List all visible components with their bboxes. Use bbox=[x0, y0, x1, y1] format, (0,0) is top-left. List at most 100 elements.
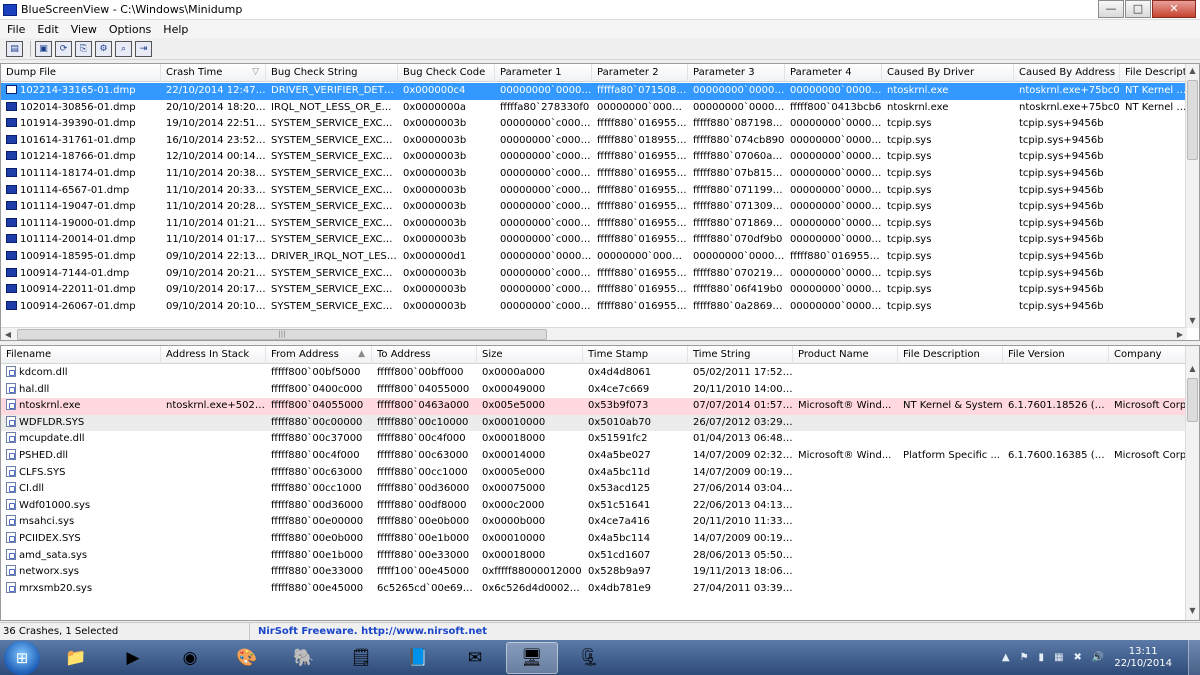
taskbar-paint-icon[interactable]: 🎨 bbox=[221, 642, 273, 674]
table-row[interactable]: msahci.sys fffff880`00e00000 fffff880`00e0… bbox=[1, 514, 1187, 531]
menu-options[interactable]: Options bbox=[104, 23, 158, 36]
taskbar-archiver-icon[interactable]: 🗜 bbox=[563, 642, 615, 674]
scroll-thumb[interactable] bbox=[1187, 378, 1198, 422]
table-row[interactable]: amd_sata.sys fffff880`00e1b000 fffff880`00… bbox=[1, 548, 1187, 565]
tray-icon[interactable]: ▲ bbox=[1002, 652, 1010, 663]
taskbar-sticky-notes-icon[interactable]: 🗒 bbox=[335, 642, 387, 674]
table-row[interactable]: CI.dll fffff880`00cc1000 fffff880`00d36000… bbox=[1, 481, 1187, 498]
close-button[interactable]: ✕ bbox=[1152, 0, 1196, 18]
dump-list[interactable]: Dump File Crash Time ▽ Bug Check String Bug … bbox=[0, 63, 1200, 341]
column-header[interactable]: Crash Time ▽ bbox=[161, 64, 266, 82]
menu-view[interactable]: View bbox=[66, 23, 104, 36]
dump-list-vscroll[interactable]: ▲ ▼ bbox=[1185, 64, 1199, 328]
scroll-up-icon[interactable]: ▲ bbox=[1186, 64, 1199, 78]
minimize-button[interactable]: — bbox=[1098, 0, 1124, 18]
start-button[interactable]: ⊞ bbox=[4, 640, 40, 675]
column-header[interactable]: Time Stamp bbox=[583, 346, 688, 364]
table-row[interactable]: mrxsmb20.sys fffff880`00e45000 6c5265cd`00… bbox=[1, 581, 1187, 598]
table-row[interactable]: 102014-30856-01.dmp 20/10/2014 18:20:17 IR… bbox=[1, 100, 1187, 117]
table-row[interactable]: 101614-31761-01.dmp 16/10/2014 23:52:54 SY… bbox=[1, 133, 1187, 150]
table-row[interactable]: 101114-6567-01.dmp 11/10/2014 20:33:57 SYS… bbox=[1, 183, 1187, 200]
taskbar-chrome-icon[interactable]: ◉ bbox=[164, 642, 216, 674]
copy-icon[interactable]: ⎘ bbox=[75, 40, 92, 57]
table-row[interactable]: kdcom.dll fffff800`00bf5000 fffff800`00bff… bbox=[1, 365, 1187, 382]
column-header[interactable]: Filename bbox=[1, 346, 161, 364]
maximize-button[interactable]: □ bbox=[1125, 0, 1151, 18]
column-header[interactable]: Address In Stack bbox=[161, 346, 266, 364]
table-row[interactable]: Wdf01000.sys fffff880`00d36000 fffff880`00… bbox=[1, 498, 1187, 515]
table-row[interactable]: 101114-20014-01.dmp 11/10/2014 01:17:50 SY… bbox=[1, 232, 1187, 249]
column-header[interactable]: Parameter 3 bbox=[688, 64, 785, 82]
column-header[interactable]: Dump File bbox=[1, 64, 161, 82]
scroll-down-icon[interactable]: ▼ bbox=[1186, 604, 1199, 618]
nirsoft-link[interactable]: NirSoft Freeware. http://www.nirsoft.net bbox=[250, 626, 487, 637]
save-icon[interactable]: ▣ bbox=[35, 40, 52, 57]
tray-icon[interactable]: ⚑ bbox=[1020, 652, 1029, 663]
table-row[interactable]: 101114-18174-01.dmp 11/10/2014 20:38:36 SY… bbox=[1, 166, 1187, 183]
taskbar-bluescreenview-icon[interactable]: 🖥 bbox=[506, 641, 558, 674]
column-header[interactable]: Size bbox=[477, 346, 583, 364]
scroll-right-icon[interactable]: ▶ bbox=[1173, 328, 1187, 340]
column-header[interactable]: File Descriptio bbox=[1120, 64, 1187, 82]
column-header[interactable]: From Address ▲ bbox=[266, 346, 372, 364]
column-header[interactable]: Product Name bbox=[793, 346, 898, 364]
options-icon[interactable]: ⚙ bbox=[95, 40, 112, 57]
table-row[interactable]: mcupdate.dll fffff880`00c37000 fffff880`00… bbox=[1, 431, 1187, 448]
scroll-up-icon[interactable]: ▲ bbox=[1186, 362, 1199, 376]
table-row[interactable]: PSHED.dll fffff880`00c4f000 fffff880`00c63… bbox=[1, 448, 1187, 465]
taskbar-evernote-icon[interactable]: 🐘 bbox=[278, 642, 330, 674]
table-row[interactable]: 100914-22011-01.dmp 09/10/2014 20:17:44 SY… bbox=[1, 282, 1187, 299]
menu-edit[interactable]: Edit bbox=[32, 23, 65, 36]
tray-icon[interactable]: ▮ bbox=[1039, 652, 1045, 663]
hscroll-thumb[interactable]: ||| bbox=[17, 329, 547, 340]
scroll-down-icon[interactable]: ▼ bbox=[1186, 314, 1199, 328]
taskbar-notes-icon[interactable]: 📘 bbox=[392, 642, 444, 674]
refresh-icon[interactable]: ⟳ bbox=[55, 40, 72, 57]
table-row[interactable]: networx.sys fffff880`00e33000 fffff100`00e… bbox=[1, 564, 1187, 581]
column-header[interactable]: File Description bbox=[898, 346, 1003, 364]
search-icon[interactable]: ⌕ bbox=[115, 40, 132, 57]
show-desktop-button[interactable] bbox=[1188, 640, 1200, 675]
tray-icon[interactable]: ✖ bbox=[1074, 652, 1082, 663]
menu-file[interactable]: File bbox=[2, 23, 32, 36]
column-header[interactable]: To Address bbox=[372, 346, 477, 364]
table-row[interactable]: 100914-26067-01.dmp 09/10/2014 20:10:55 SY… bbox=[1, 299, 1187, 316]
tray-icon[interactable]: ▦ bbox=[1054, 652, 1063, 663]
dump-list-hscroll[interactable]: ◀ ||| ▶ bbox=[1, 327, 1187, 340]
clock[interactable]: 13:11 22/10/2014 bbox=[1114, 646, 1172, 670]
scroll-thumb[interactable] bbox=[1187, 80, 1198, 160]
table-row[interactable]: 101114-19047-01.dmp 11/10/2014 20:28:49 SY… bbox=[1, 199, 1187, 216]
column-header[interactable]: Company bbox=[1109, 346, 1187, 364]
module-list[interactable]: Filename Address In Stack From Address ▲ To … bbox=[0, 345, 1200, 621]
table-row[interactable]: 102214-33165-01.dmp 22/10/2014 12:47:00 DR… bbox=[1, 83, 1187, 100]
column-header[interactable]: Parameter 1 bbox=[495, 64, 592, 82]
column-header[interactable]: Bug Check Code bbox=[398, 64, 495, 82]
table-row[interactable]: 101214-18766-01.dmp 12/10/2014 00:14:12 SY… bbox=[1, 149, 1187, 166]
column-header[interactable]: Time String bbox=[688, 346, 793, 364]
table-row[interactable]: PCIIDEX.SYS fffff880`00e0b000 fffff880`00e… bbox=[1, 531, 1187, 548]
table-row[interactable]: 101114-19000-01.dmp 11/10/2014 01:21:07 SY… bbox=[1, 216, 1187, 233]
table-row[interactable]: WDFLDR.SYS fffff880`00c00000 fffff880`00c1… bbox=[1, 414, 1187, 432]
taskbar-mail-icon[interactable]: ✉ bbox=[449, 642, 501, 674]
table-row[interactable]: 100914-7144-01.dmp 09/10/2014 20:21:10 SYS… bbox=[1, 266, 1187, 283]
column-header[interactable]: Caused By Address bbox=[1014, 64, 1120, 82]
column-header[interactable]: File Version bbox=[1003, 346, 1109, 364]
table-row[interactable]: CLFS.SYS fffff880`00c63000 fffff880`00cc10… bbox=[1, 465, 1187, 482]
column-header[interactable]: Parameter 2 bbox=[592, 64, 688, 82]
table-row[interactable]: 100914-18595-01.dmp 09/10/2014 22:13:05 DR… bbox=[1, 249, 1187, 266]
title-bar[interactable]: BlueScreenView - C:\Windows\Minidump — □… bbox=[0, 0, 1200, 20]
table-row[interactable]: ntoskrnl.exe ntoskrnl.exe+5024ec fffff800`… bbox=[1, 398, 1187, 415]
properties-icon[interactable]: ▤ bbox=[6, 40, 23, 57]
scroll-left-icon[interactable]: ◀ bbox=[1, 328, 15, 340]
exit-icon[interactable]: ⇥ bbox=[135, 40, 152, 57]
column-header[interactable]: Bug Check String bbox=[266, 64, 398, 82]
tray-icon[interactable]: 🔊 bbox=[1092, 652, 1104, 663]
table-row[interactable]: hal.dll fffff800`0400c000 fffff800`0405500… bbox=[1, 382, 1187, 399]
menu-help[interactable]: Help bbox=[158, 23, 195, 36]
taskbar-explorer-icon[interactable]: 📁 bbox=[50, 642, 102, 674]
table-row[interactable]: 101914-39390-01.dmp 19/10/2014 22:51:30 SY… bbox=[1, 116, 1187, 133]
column-header[interactable]: Parameter 4 bbox=[785, 64, 882, 82]
module-list-vscroll[interactable]: ▲ ▼ bbox=[1185, 346, 1199, 620]
column-header[interactable]: Caused By Driver bbox=[882, 64, 1014, 82]
taskbar-media-player-icon[interactable]: ▶ bbox=[107, 642, 159, 674]
